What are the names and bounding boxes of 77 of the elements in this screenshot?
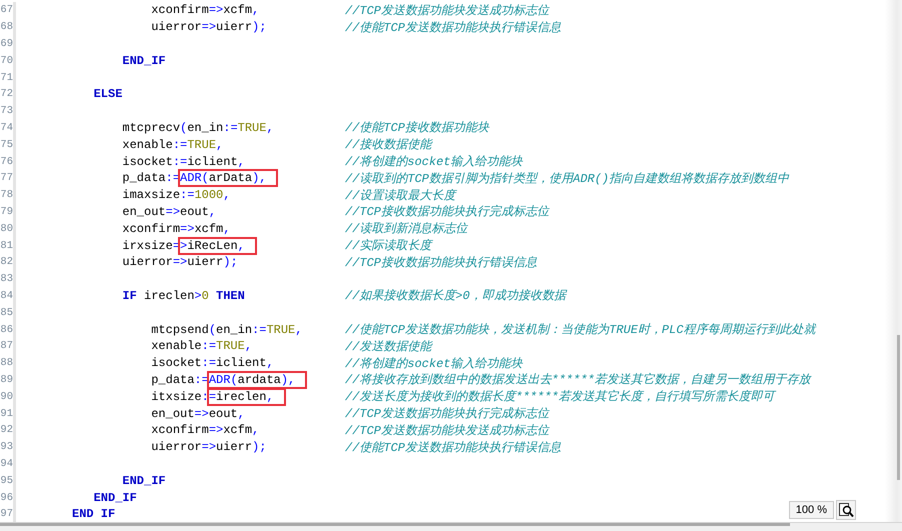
line-number: 84 [0, 290, 13, 302]
code-comment: //使能TCP发送数据功能块执行错误信息 [345, 440, 562, 456]
line-number: 79 [0, 206, 13, 218]
line-number: 71 [0, 72, 13, 84]
code-line: en_out=>eout, [150, 406, 246, 421]
code-line: xconfirm=>xcfm, [150, 423, 260, 438]
code-line: END_IF [92, 490, 138, 504]
code-comment: //发送长度为接收到的数据长度******若发送其它长度，自行填写所需长度即可 [345, 388, 775, 406]
code-comment: //TCP发送数据功能块发送成功标志位 [345, 2, 550, 19]
code-line: xconfirm=>xcfm, [150, 3, 260, 18]
code-comment: //将接收存放到数组中的数据发送出去******若发送其它数据，自建另一数组用于存放 [345, 372, 811, 388]
code-comment: //接收数据使能 [345, 137, 432, 154]
code-line: ELSE [92, 87, 124, 102]
code-line: uierror=>uierr); [150, 20, 268, 34]
code-comment: //如果接收数据长度>0，即成功接收数据 [345, 288, 566, 304]
code-comment: //设置读取最大长度 [345, 188, 456, 204]
code-comment: //将创建的socket输入给功能块 [345, 356, 523, 372]
line-number: 88 [0, 357, 13, 370]
code-comment: //TCP接收数据功能块执行完成标志位 [345, 204, 550, 220]
horizontal-scrollbar[interactable] [0, 522, 902, 531]
line-number: 96 [0, 492, 13, 504]
line-number: 76 [0, 156, 13, 168]
line-number: 90 [0, 390, 13, 403]
line-number: 82 [0, 256, 13, 268]
code-comment: //TCP接收数据功能块执行错误信息 [345, 254, 538, 271]
line-number: 87 [0, 340, 13, 352]
code-comment: //TCP发送数据功能块发送成功标志位 [345, 422, 550, 439]
code-line: END IF [72, 507, 116, 522]
code-line: isocket:=iclient, [150, 356, 275, 370]
code-line: imaxsize:=1000, [121, 188, 232, 202]
code-comment: //使能TCP接收数据功能块 [345, 120, 490, 136]
code-comment: //使能TCP发送数据功能块执行错误信息 [345, 20, 562, 36]
line-number: 69 [0, 38, 13, 50]
line-number: 68 [0, 21, 13, 34]
line-number: 94 [0, 458, 13, 470]
code-line: mtcpsend(en_in:=TRUE, [150, 322, 304, 337]
line-number: 72 [0, 88, 13, 100]
code-line: xconfirm=>xcfm, [121, 222, 232, 236]
code-comment: //将创建的socket输入给功能块 [345, 154, 523, 170]
line-number: 95 [0, 474, 13, 487]
code-line: END_IF [121, 474, 167, 488]
code-line: IF ireclen>0 THEN [121, 288, 246, 303]
line-number: 75 [0, 138, 13, 151]
code-line: itxsize:=ireclen, [72, 390, 345, 404]
line-number: 67 [0, 4, 13, 16]
line-number: 74 [0, 122, 13, 134]
line-number: 81 [0, 240, 13, 252]
code-line: isocket:=iclient, [121, 154, 246, 169]
line-number: 97 [0, 508, 13, 520]
line-number: 77 [0, 172, 13, 184]
code-comment: //读取到的TCP数据引脚为指针类型，使用ADR()指向自建数组将数据存放到数组中 [345, 170, 790, 187]
zoom-icon[interactable] [836, 500, 856, 520]
line-number: 89 [0, 374, 13, 386]
zoom-level: 100 % [788, 501, 834, 519]
code-comment: //发送数据使能 [345, 338, 432, 355]
line-number: 70 [0, 54, 13, 67]
line-number: 73 [0, 105, 13, 118]
code-line: uierror=>uierr); [150, 440, 268, 454]
code-line: en_out=>eout, [121, 204, 218, 219]
line-number: 93 [0, 441, 13, 454]
vertical-scrollbar[interactable] [885, 0, 902, 522]
code-comment: //实际读取长度 [345, 238, 432, 254]
line-number: 92 [0, 424, 13, 436]
code-line: xenable:=TRUE, [150, 339, 254, 354]
code-line: mtcprecv(en_in:=TRUE, [121, 120, 275, 135]
code-line: uierror=>uierr); [121, 255, 239, 270]
line-number: 83 [0, 273, 13, 286]
code-comment: //读取到新消息标志位 [345, 221, 468, 238]
line-number: 85 [0, 306, 13, 319]
line-number: 78 [0, 189, 13, 202]
code-line: END_IF [121, 54, 167, 68]
code-comment: //使能TCP发送数据功能块，发送机制：当使能为TRUE时，PLC程序每周期运行到此处就 [345, 322, 816, 338]
line-number: 80 [0, 222, 13, 235]
code-comment: //TCP发送数据功能块执行完成标志位 [345, 406, 550, 422]
line-number: 91 [0, 408, 13, 420]
line-number: 86 [0, 324, 13, 336]
code-line: xenable:=TRUE, [121, 138, 224, 152]
